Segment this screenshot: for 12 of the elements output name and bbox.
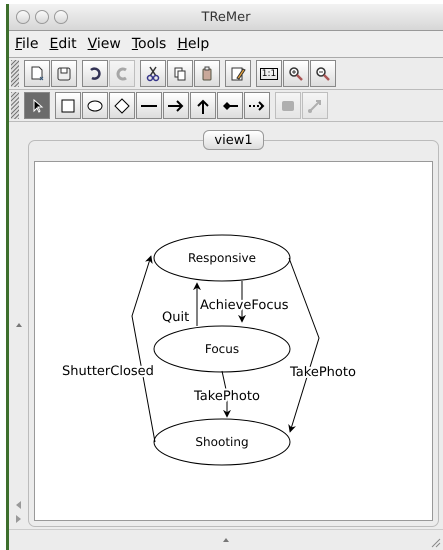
state-label: Shooting (195, 435, 249, 449)
menu-item[interactable]: File (15, 36, 38, 52)
state-label: Responsive (188, 251, 256, 265)
menu-item[interactable]: Edit (49, 36, 77, 52)
transition-label: Quit (162, 310, 190, 325)
menu-item[interactable]: View (88, 36, 121, 52)
menu-item[interactable]: Help (177, 36, 210, 52)
window-title: TReMer (202, 10, 250, 24)
menu-item[interactable]: Tools (132, 36, 166, 52)
state-label: Focus (204, 342, 240, 356)
actual-size-button[interactable]: 1:1 (256, 60, 282, 87)
tab[interactable]: view1 (203, 130, 264, 150)
